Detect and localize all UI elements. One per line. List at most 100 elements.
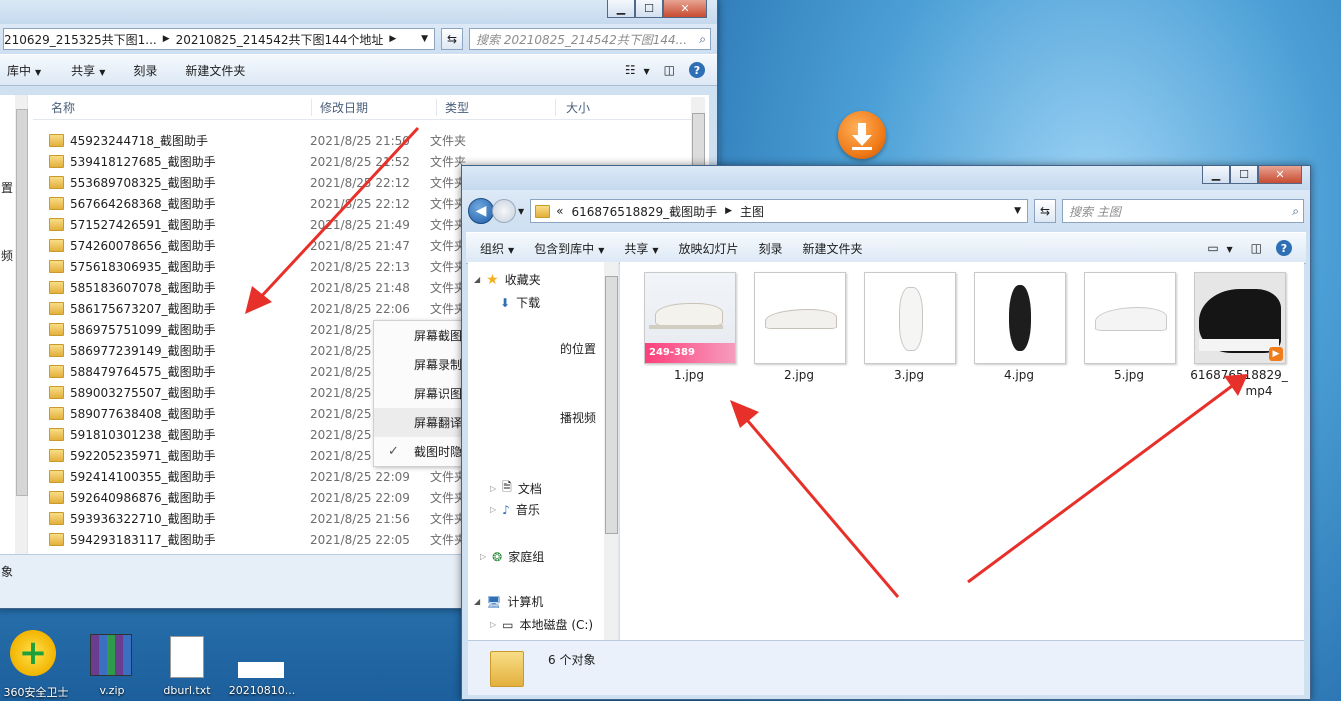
nav-live-video[interactable]: 播视频 bbox=[560, 409, 596, 426]
nav-local-disk[interactable]: ▷ ▭ 本地磁盘 (C:) bbox=[490, 616, 593, 633]
folder-row[interactable]: 592640986876_截图助手 2021/8/25 22:09 文件夹 bbox=[49, 487, 466, 508]
folder-name: 571527426591_截图助手 bbox=[70, 218, 216, 232]
file-label[interactable]: 2.jpg bbox=[744, 368, 854, 382]
folder-row[interactable]: 574260078656_截图助手 2021/8/25 21:47 文件夹 bbox=[49, 235, 466, 256]
include-in-library-button[interactable]: 包含到库中 ▼ bbox=[524, 240, 614, 257]
minimize-button[interactable]: ▁ bbox=[607, 0, 635, 18]
nav-downloads[interactable]: ⬇ 下载 bbox=[500, 294, 540, 311]
nav-documents[interactable]: ▷ 🗎 文档 bbox=[490, 478, 542, 499]
refresh-button[interactable]: ⇆ bbox=[441, 28, 463, 50]
file-thumbnail[interactable]: 249-389 bbox=[644, 272, 736, 364]
preview-pane-icon[interactable]: ◫ bbox=[1241, 241, 1272, 255]
folder-row[interactable]: 586175673207_截图助手 2021/8/25 22:06 文件夹 bbox=[49, 298, 466, 319]
nav-scrollbar[interactable] bbox=[604, 262, 618, 640]
file-label[interactable]: 3.jpg bbox=[854, 368, 964, 382]
file-thumbnail[interactable] bbox=[974, 272, 1066, 364]
scrollbar-thumb[interactable] bbox=[605, 276, 618, 534]
file-thumbnail[interactable] bbox=[754, 272, 846, 364]
folder-row[interactable]: 585183607078_截图助手 2021/8/25 21:48 文件夹 bbox=[49, 277, 466, 298]
status-bar: 6 个对象 bbox=[468, 640, 1304, 695]
file-thumbnail[interactable]: ▶ bbox=[1194, 272, 1286, 364]
nav-computer[interactable]: ◢ 🖥 计算机 bbox=[474, 593, 543, 610]
folder-icon bbox=[49, 281, 64, 294]
search-icon[interactable]: ⌕ bbox=[699, 32, 706, 47]
maximize-button[interactable]: ☐ bbox=[635, 0, 663, 18]
search-input[interactable]: 搜索 主图 ⌕ bbox=[1062, 199, 1304, 223]
recent-pages-icon[interactable]: ▼ bbox=[518, 207, 524, 216]
folder-row[interactable]: 553689708325_截图助手 2021/8/25 22:12 文件夹 bbox=[49, 172, 466, 193]
file-thumbnail[interactable] bbox=[1084, 272, 1176, 364]
share-button[interactable]: 共享 ▼ bbox=[61, 62, 115, 79]
column-date[interactable]: 修改日期 bbox=[312, 98, 437, 116]
file-label[interactable]: 4.jpg bbox=[964, 368, 1074, 382]
folder-row[interactable]: 594293183117_截图助手 2021/8/25 22:05 文件夹 bbox=[49, 529, 466, 550]
maximize-button[interactable]: ☐ bbox=[1230, 166, 1258, 184]
desktop-icon-folder[interactable] bbox=[238, 662, 284, 678]
folder-row[interactable]: 593936322710_截图助手 2021/8/25 21:56 文件夹 bbox=[49, 508, 466, 529]
desktop-icon-label: v.zip bbox=[99, 684, 125, 697]
column-size[interactable]: 大小 bbox=[556, 99, 590, 116]
back-button[interactable]: ◀ bbox=[468, 198, 494, 224]
folder-row[interactable]: 567664268368_截图助手 2021/8/25 22:12 文件夹 bbox=[49, 193, 466, 214]
folder-row[interactable]: 539418127685_截图助手 2021/8/25 21:52 文件夹 bbox=[49, 151, 466, 172]
file-label[interactable]: 5.jpg bbox=[1074, 368, 1184, 382]
desktop-icon-vzip[interactable] bbox=[90, 634, 134, 678]
status-text: 象 bbox=[1, 565, 14, 579]
modified-date: 2021/8/25 22:06 bbox=[310, 301, 410, 316]
burn-button[interactable]: 刻录 bbox=[123, 62, 167, 79]
nav-favorites[interactable]: ◢ ★ 收藏夹 bbox=[474, 271, 541, 288]
close-button[interactable]: ✕ bbox=[1258, 166, 1302, 184]
nav-recent-places[interactable]: 的位置 bbox=[560, 340, 596, 357]
share-button[interactable]: 共享 ▼ bbox=[614, 240, 668, 257]
folder-row[interactable]: 571527426591_截图助手 2021/8/25 21:49 文件夹 bbox=[49, 214, 466, 235]
folder-icon bbox=[49, 218, 64, 231]
refresh-button[interactable]: ⇆ bbox=[1034, 199, 1056, 223]
downloads-folder-icon: ⬇ bbox=[500, 295, 511, 310]
history-dropdown-icon[interactable]: ▼ bbox=[415, 34, 434, 44]
view-options-icon[interactable]: ▭ ▼ bbox=[1199, 241, 1240, 255]
organize-button[interactable]: 组织 ▼ bbox=[466, 240, 524, 257]
download-icon[interactable] bbox=[838, 111, 886, 159]
folder-row[interactable]: 592414100355_截图助手 2021/8/25 22:09 文件夹 bbox=[49, 466, 466, 487]
forward-button[interactable] bbox=[492, 199, 516, 223]
breadcrumb-item[interactable]: 主图 bbox=[740, 203, 764, 220]
nav-scrollbar-thumb[interactable] bbox=[16, 109, 28, 496]
address-bar[interactable]: 210629_215325共下图1... ▶ 20210825_214542共下… bbox=[3, 28, 435, 50]
search-input[interactable]: 搜索 20210825_214542共下图144... ⌕ bbox=[469, 28, 711, 50]
folder-row[interactable]: 45923244718_截图助手 2021/8/25 21:50 文件夹 bbox=[49, 130, 466, 151]
breadcrumb-item[interactable]: 616876518829_截图助手 bbox=[572, 203, 718, 220]
file-label[interactable]: 1.jpg bbox=[634, 368, 744, 382]
new-folder-button[interactable]: 新建文件夹 bbox=[175, 62, 255, 79]
column-type[interactable]: 类型 bbox=[437, 98, 556, 116]
folder-icon bbox=[535, 204, 551, 218]
desktop-icon-360[interactable]: + bbox=[10, 630, 60, 680]
nav-music[interactable]: ▷ ♪ 音乐 bbox=[490, 501, 540, 518]
file-label[interactable]: 616876518829_ bbox=[1184, 368, 1294, 382]
folder-icon bbox=[49, 512, 64, 525]
nav-homegroup[interactable]: ▷ ❂ 家庭组 bbox=[480, 548, 544, 565]
burn-button[interactable]: 刻录 bbox=[749, 240, 793, 257]
view-options-icon[interactable]: ☷ ▼ bbox=[619, 63, 656, 77]
search-icon[interactable]: ⌕ bbox=[1292, 204, 1299, 219]
preview-pane-icon[interactable]: ◫ bbox=[656, 63, 683, 77]
folder-name: 593936322710_截图助手 bbox=[70, 512, 216, 526]
desktop-icon-dburl[interactable] bbox=[170, 636, 206, 680]
nav-fragment: 置 bbox=[1, 181, 14, 195]
slideshow-button[interactable]: 放映幻灯片 bbox=[669, 240, 749, 257]
include-in-library-button[interactable]: 库中 ▼ bbox=[0, 62, 51, 79]
history-dropdown-icon[interactable]: ▼ bbox=[1008, 206, 1027, 216]
breadcrumb-item[interactable]: 210629_215325共下图1... bbox=[4, 31, 157, 48]
breadcrumb-overflow[interactable]: « bbox=[556, 204, 563, 218]
file-thumbnail[interactable] bbox=[864, 272, 956, 364]
close-button[interactable]: ✕ bbox=[663, 0, 707, 18]
column-name[interactable]: 名称 bbox=[33, 98, 312, 116]
new-folder-button[interactable]: 新建文件夹 bbox=[793, 240, 873, 257]
minimize-button[interactable]: ▁ bbox=[1202, 166, 1230, 184]
help-icon[interactable]: ? bbox=[689, 62, 705, 78]
breadcrumb-item[interactable]: 20210825_214542共下图144个地址 bbox=[176, 31, 384, 48]
address-bar[interactable]: « 616876518829_截图助手 ▶ 主图 ▼ bbox=[530, 199, 1028, 223]
folder-row[interactable]: 575618306935_截图助手 2021/8/25 22:13 文件夹 bbox=[49, 256, 466, 277]
help-icon[interactable]: ? bbox=[1276, 240, 1292, 256]
folder-icon bbox=[49, 470, 64, 483]
modified-date: 2021/8/25 22:13 bbox=[310, 259, 410, 274]
